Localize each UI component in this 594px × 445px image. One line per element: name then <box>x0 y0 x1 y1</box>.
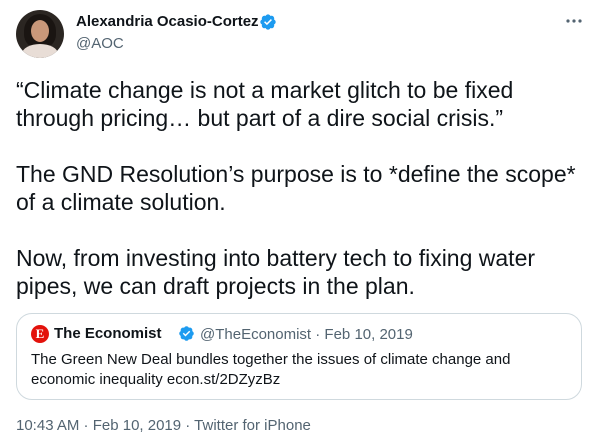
tweet-paragraph: “Climate change is not a market glitch t… <box>16 77 514 131</box>
more-horizontal-icon[interactable] <box>564 11 584 31</box>
avatar[interactable] <box>16 10 64 58</box>
author-name[interactable]: Alexandria Ocasio-Cortez <box>76 13 259 30</box>
quoted-handle-date: @TheEconomist · Feb 10, 2019 <box>200 326 413 343</box>
quoted-text: The Green New Deal bundles together the … <box>31 351 511 388</box>
verified-badge-icon <box>260 14 276 30</box>
verified-badge-icon <box>179 326 194 341</box>
avatar-shoulders <box>22 44 58 58</box>
quoted-tweet[interactable]: E The Economist @TheEconomist · Feb 10, … <box>16 313 582 400</box>
quoted-author-name: The Economist <box>54 325 162 342</box>
tweet-paragraph: The GND Resolution’s purpose is to *defi… <box>16 161 576 215</box>
author-handle[interactable]: @AOC <box>76 35 124 52</box>
tweet-timestamp[interactable]: 10:43 AM · Feb 10, 2019 · Twitter for iP… <box>16 417 311 434</box>
economist-logo: E <box>31 325 49 343</box>
tweet-paragraph: Now, from investing into battery tech to… <box>16 245 536 299</box>
tweet: Alexandria Ocasio-Cortez @AOC “Climate c… <box>0 0 594 445</box>
avatar-face <box>31 20 49 42</box>
